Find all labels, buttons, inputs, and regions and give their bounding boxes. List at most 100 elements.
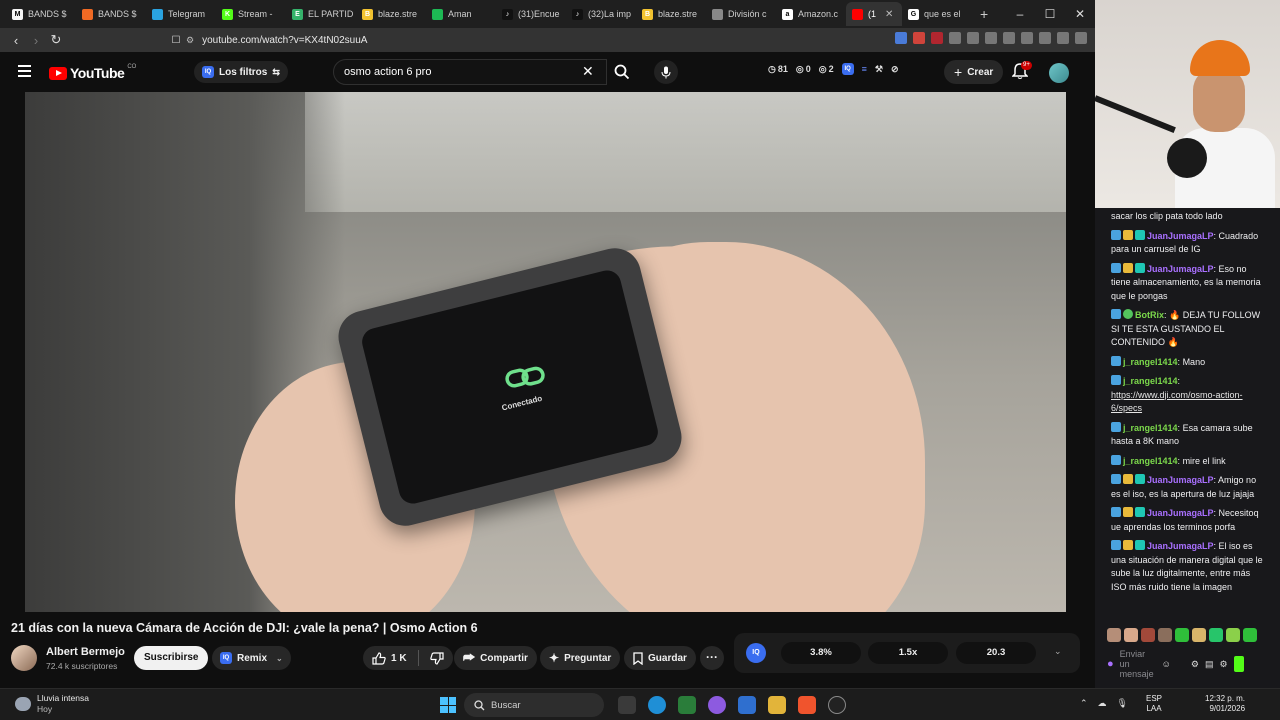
more-actions-button[interactable]: ··· — [700, 646, 724, 670]
clear-search-icon[interactable]: ✕ — [582, 63, 594, 80]
browser-tab[interactable]: a Amazon.c — [776, 2, 846, 26]
xbox-icon[interactable] — [678, 696, 696, 714]
browser-tab[interactable]: ♪ (32)La imp — [566, 2, 636, 26]
browser-tab[interactable]: ♪ (31)Encue — [496, 2, 566, 26]
chat-username[interactable]: j_rangel1414 — [1123, 357, 1178, 367]
browser-tab[interactable]: E EL PARTID — [286, 2, 356, 26]
channel-avatar[interactable] — [11, 645, 37, 671]
chat-input[interactable]: Enviar un mensaje — [1120, 649, 1156, 679]
blue-badge-icon[interactable] — [1111, 309, 1121, 319]
chat-link[interactable]: https://www.dji.com/osmo-action-6/specs — [1111, 389, 1268, 416]
blue-badge-icon[interactable] — [1111, 355, 1121, 366]
filters-button[interactable]: IQ Los filtros ⇆ — [194, 61, 288, 83]
emote[interactable] — [1192, 628, 1206, 642]
url-field[interactable]: ⚙ youtube.com/watch?v=KX4tN02suuA — [186, 31, 706, 49]
chevron-down-icon[interactable]: ⌄ — [1054, 646, 1062, 657]
chat-username[interactable]: BotRix — [1135, 310, 1164, 320]
teal-badge-icon[interactable] — [1135, 229, 1145, 240]
blue-badge-icon[interactable] — [1111, 229, 1121, 240]
tools-icon[interactable]: ⚒ — [875, 64, 883, 75]
emote[interactable] — [1175, 628, 1189, 642]
browser-tab[interactable]: BANDS $ — [76, 2, 146, 26]
chat-username[interactable]: j_rangel1414 — [1123, 376, 1178, 386]
blue-badge-icon[interactable] — [1111, 375, 1121, 385]
new-tab-button[interactable]: + — [980, 6, 988, 22]
close-tab-icon[interactable]: ✕ — [885, 9, 893, 20]
translate-icon[interactable] — [895, 32, 907, 44]
browser-tab[interactable]: Aman — [426, 2, 496, 26]
chat-username[interactable]: JuanJumagaLP — [1147, 508, 1214, 518]
video-player[interactable]: Conectado — [25, 92, 1066, 612]
emoji-icon[interactable]: ☺ — [1162, 659, 1171, 669]
teal-badge-icon[interactable] — [1135, 474, 1145, 484]
ai-icon[interactable] — [1039, 32, 1051, 44]
blue-badge-icon[interactable] — [1111, 262, 1121, 273]
reload-button[interactable]: ↻ — [46, 32, 66, 48]
back-button[interactable]: ‹ — [6, 33, 26, 48]
sidebar-icon[interactable] — [1003, 32, 1015, 44]
store-icon[interactable] — [738, 696, 756, 714]
crown-badge-icon[interactable] — [1123, 474, 1133, 484]
emote[interactable] — [1107, 628, 1121, 642]
site-info-icon[interactable]: ⚙ — [186, 35, 194, 46]
vpn-icon[interactable] — [1057, 32, 1069, 44]
browser-tab[interactable]: Bblaze.stre — [356, 2, 426, 26]
iq-logo[interactable]: IQ — [746, 643, 766, 663]
folder-icon[interactable] — [768, 696, 786, 714]
voice-search-button[interactable] — [654, 60, 678, 84]
link-icon[interactable]: ⊘ — [891, 64, 899, 75]
wallet-icon[interactable] — [1021, 32, 1033, 44]
emote[interactable] — [1209, 628, 1223, 642]
emote[interactable] — [1124, 628, 1138, 642]
microphone-icon[interactable]: 🎙 — [1117, 698, 1128, 709]
emote[interactable] — [1243, 628, 1257, 642]
search-input[interactable]: osmo action 6 pro — [333, 59, 607, 85]
account-avatar[interactable] — [1049, 63, 1069, 83]
browser-tab[interactable]: Bblaze.stre — [636, 2, 706, 26]
weather-widget[interactable]: Lluvia intensa Hoy — [15, 693, 89, 715]
green-badge-icon[interactable] — [1123, 309, 1133, 319]
brave-icon[interactable] — [798, 696, 816, 714]
gear-icon[interactable]: ⚙ — [1219, 659, 1227, 670]
subscribe-button[interactable]: Suscribirse — [134, 646, 209, 670]
teal-badge-icon[interactable] — [1135, 507, 1145, 517]
like-button[interactable]: 1 K — [363, 646, 453, 670]
crown-badge-icon[interactable] — [1123, 229, 1133, 240]
blue-badge-icon[interactable] — [1111, 507, 1121, 517]
channel-name[interactable]: Albert Bermejo — [46, 646, 125, 658]
thumbs-down-icon[interactable] — [429, 651, 444, 665]
taskbar-clock[interactable]: 12:32 p. m. 9/01/2026 — [1205, 694, 1245, 714]
browser-tab[interactable]: Gque es el — [902, 2, 972, 26]
iq-icon[interactable]: IQ — [841, 63, 854, 75]
chat-username[interactable]: JuanJumagaLP — [1147, 264, 1214, 274]
cloud-icon[interactable]: ☁ — [1098, 698, 1107, 709]
chat-username[interactable]: JuanJumagaLP — [1147, 231, 1214, 241]
settings-icon[interactable]: ⚙ — [1191, 659, 1199, 670]
edge-icon[interactable] — [648, 696, 666, 714]
share-button[interactable]: ⮫ Compartir — [454, 646, 537, 670]
blue-badge-icon[interactable] — [1111, 421, 1121, 432]
screenshot-icon[interactable] — [967, 32, 979, 44]
start-button[interactable] — [440, 697, 456, 713]
crown-badge-icon[interactable] — [1123, 540, 1133, 550]
browser-tab[interactable]: (1 ✕ — [846, 2, 902, 26]
chat-username[interactable]: j_rangel1414 — [1123, 423, 1178, 433]
list-icon[interactable]: ≡ — [862, 64, 867, 74]
puzzle-icon[interactable] — [949, 32, 961, 44]
language-indicator[interactable]: ESP LAA — [1146, 694, 1162, 714]
blue-badge-icon[interactable] — [1111, 454, 1121, 465]
browser-tab[interactable]: K Stream - — [216, 2, 286, 26]
search-button[interactable] — [607, 59, 637, 85]
microphone-icon[interactable]: ● — [1107, 658, 1114, 670]
save-button[interactable]: Guardar — [624, 646, 696, 670]
store-icon[interactable]: ▤ — [1205, 659, 1214, 670]
forward-button[interactable]: › — [26, 33, 46, 48]
menu-icon[interactable] — [18, 65, 31, 77]
emote[interactable] — [1141, 628, 1155, 642]
close-window-button[interactable]: ✕ — [1065, 0, 1095, 28]
teal-badge-icon[interactable] — [1135, 262, 1145, 273]
chevron-up-icon[interactable]: ⌃ — [1080, 698, 1088, 709]
browser-tab[interactable]: Telegram — [146, 2, 216, 26]
youtube-logo[interactable]: YouTube CO — [49, 64, 136, 81]
maximize-button[interactable]: ☐ — [1035, 0, 1065, 28]
